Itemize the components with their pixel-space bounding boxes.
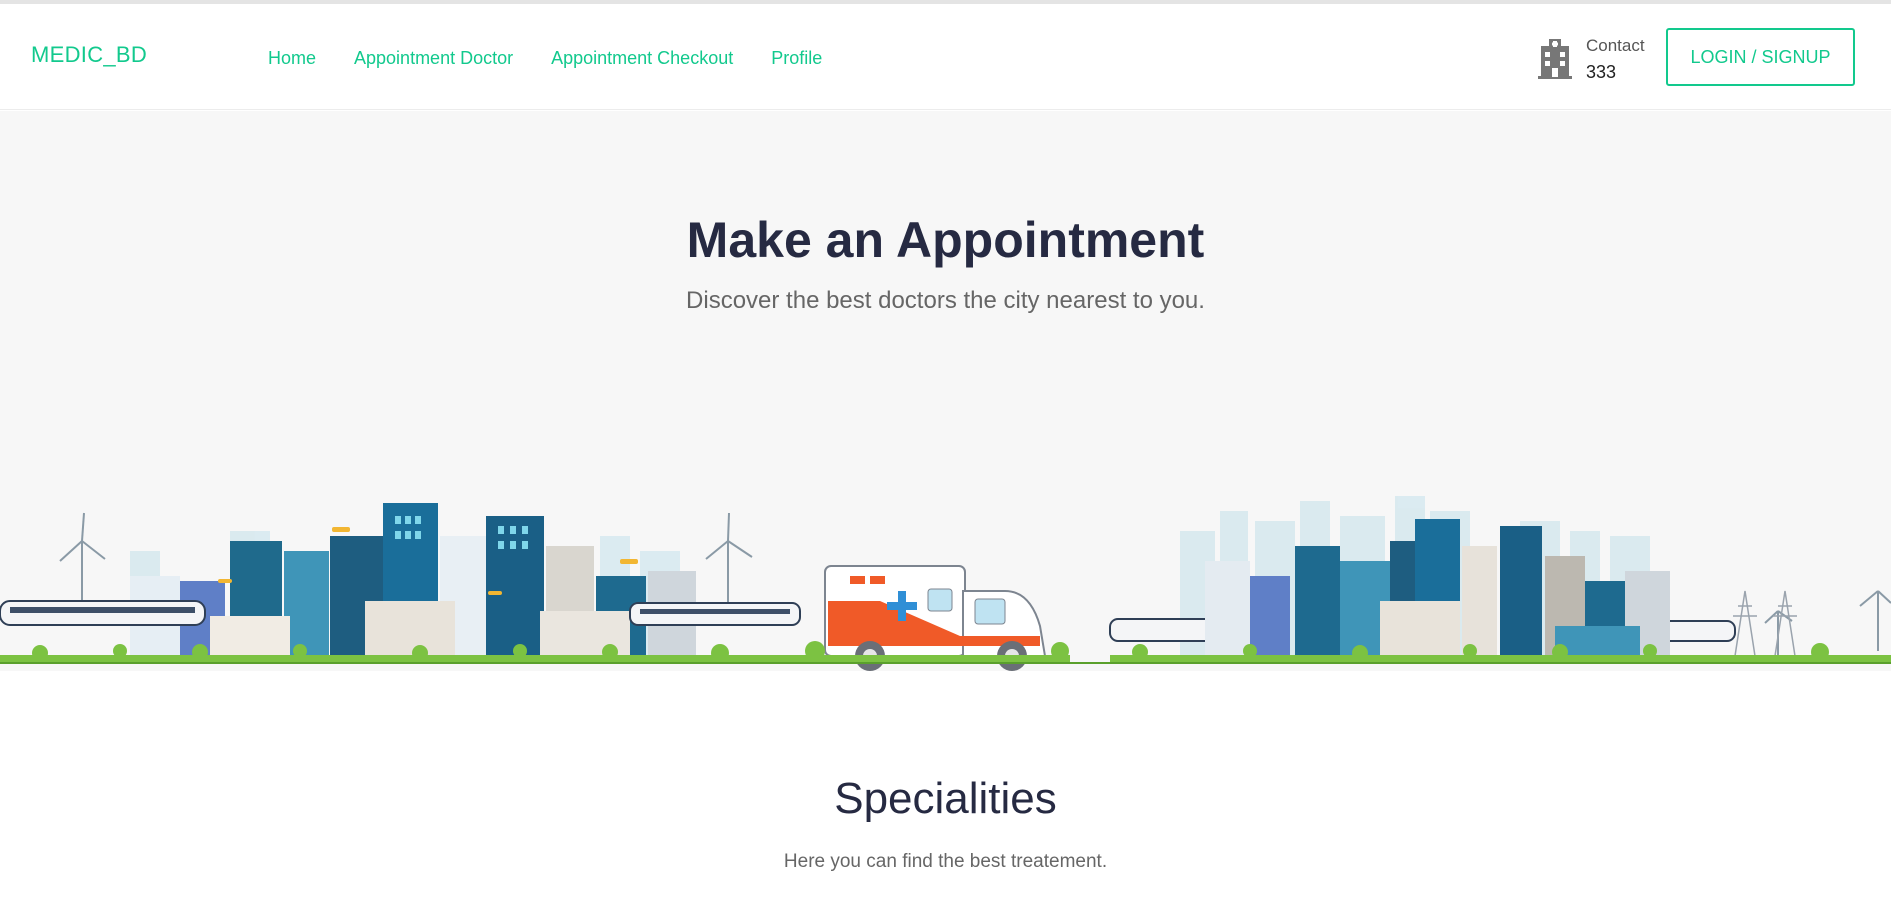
specialities-subtitle: Here you can find the best treatement.	[783, 851, 1108, 872]
specialities-title: Specialities	[834, 774, 1057, 823]
nav-link-appointment-checkout[interactable]: Appointment Checkout	[551, 48, 733, 69]
nav-link-appointment-doctor[interactable]: Appointment Doctor	[354, 48, 513, 69]
main-nav: Home Appointment Doctor Appointment Chec…	[268, 48, 822, 69]
site-logo[interactable]: MEDIC_BD	[31, 42, 147, 68]
nav-link-home[interactable]: Home	[268, 48, 316, 69]
city-skyline-illustration	[0, 496, 1891, 671]
contact-block: Contact 333	[1538, 34, 1648, 84]
contact-label: Contact	[1586, 36, 1645, 55]
hero-title: Make an Appointment	[686, 212, 1205, 268]
hero-section: Make an Appointment Discover the best do…	[0, 111, 1891, 671]
specialities-section: Specialities Here you can find the best …	[0, 671, 1891, 912]
login-signup-button[interactable]: LOGIN / SIGNUP	[1666, 28, 1855, 86]
hero-subtitle: Discover the best doctors the city neare…	[686, 287, 1205, 314]
contact-number: 333	[1586, 62, 1617, 82]
site-header: MEDIC_BD Home Appointment Doctor Appoint…	[0, 4, 1891, 110]
hospital-building-icon	[1538, 39, 1572, 79]
nav-link-profile[interactable]: Profile	[771, 48, 822, 69]
